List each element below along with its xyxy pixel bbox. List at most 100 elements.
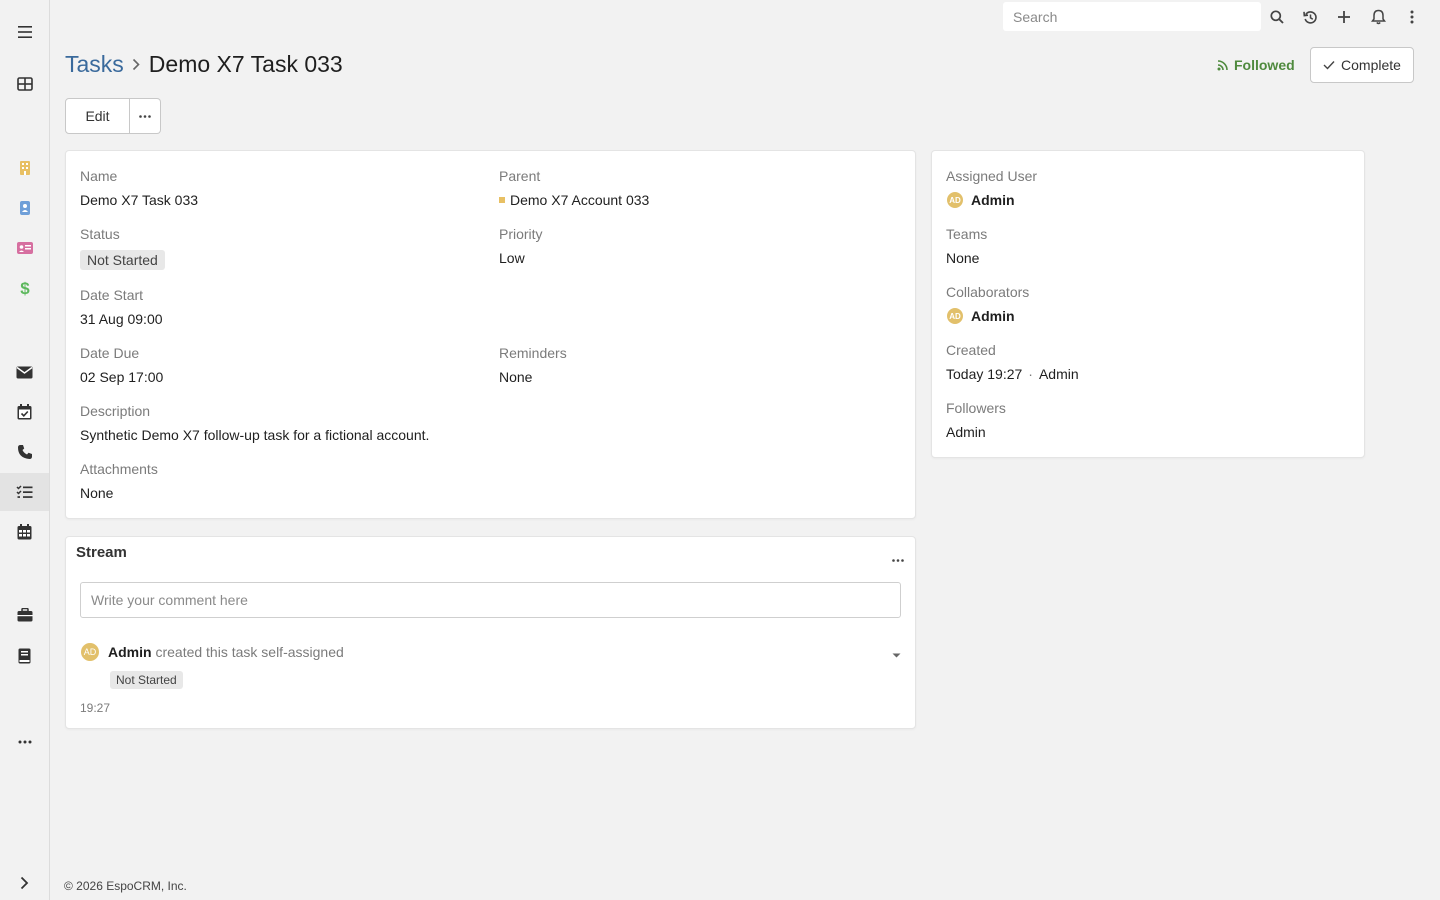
note-status-badge: Not Started — [110, 671, 183, 689]
assigned-user-field: AD Admin — [946, 191, 1015, 209]
comment-input[interactable]: Write your comment here — [80, 582, 901, 618]
note-author-link[interactable]: Admin — [108, 644, 152, 660]
collaborator-link[interactable]: Admin — [971, 308, 1015, 324]
name-label: Name — [80, 168, 118, 184]
edit-label: Edit — [85, 108, 110, 124]
description-value: Synthetic Demo X7 follow-up task for a f… — [80, 427, 430, 443]
history-button[interactable] — [1298, 5, 1322, 29]
sidebar-item-knowledge-base[interactable] — [0, 637, 49, 675]
plus-icon — [1338, 11, 1350, 23]
avatar: AD — [946, 191, 964, 209]
assigned-user-link[interactable]: Admin — [971, 192, 1015, 208]
breadcrumb-tasks-link[interactable]: Tasks — [65, 51, 124, 78]
complete-label: Complete — [1341, 57, 1401, 73]
ellipsis-icon — [892, 559, 904, 562]
stream-title: Stream — [76, 544, 127, 561]
edit-button[interactable]: Edit — [65, 98, 130, 134]
followers-link[interactable]: Admin — [946, 424, 986, 440]
ellipsis-icon — [139, 114, 151, 118]
sidebar-item-cases[interactable] — [0, 596, 49, 634]
more-icon — [18, 740, 31, 744]
menu-icon — [17, 26, 32, 38]
expand-icon — [20, 876, 29, 890]
date-due-value: 02 Sep 17:00 — [80, 369, 164, 385]
svg-text:$: $ — [20, 279, 30, 297]
history-icon — [1302, 10, 1317, 24]
followers-label: Followers — [946, 400, 1006, 416]
accounts-icon — [19, 161, 30, 175]
side-panel: Assigned User AD Admin Teams None Collab… — [931, 150, 1365, 458]
sidebar-item-accounts[interactable] — [0, 149, 49, 187]
created-field: Today 19:27 · Admin — [946, 366, 1079, 382]
teams-value: None — [946, 250, 980, 266]
parent-label: Parent — [499, 168, 541, 184]
notifications-button[interactable] — [1366, 5, 1390, 29]
teams-label: Teams — [946, 226, 988, 242]
status-badge: Not Started — [80, 250, 165, 270]
more-actions-button[interactable] — [130, 98, 161, 134]
attachments-label: Attachments — [80, 461, 158, 477]
contacts-icon — [19, 201, 30, 215]
stream-note: AD Admin created this task self-assigned — [80, 642, 344, 662]
avatar: AD — [80, 642, 100, 662]
priority-value: Low — [499, 250, 525, 266]
note-timestamp: 19:27 — [80, 701, 111, 715]
check-icon — [1323, 61, 1335, 70]
calendar-icon — [17, 524, 32, 540]
status-label: Status — [80, 226, 120, 242]
opportunities-icon: $ — [20, 279, 30, 297]
note-dropdown-button[interactable] — [892, 645, 901, 661]
footer-copyright: © 2026 EspoCRM, Inc. — [64, 879, 187, 893]
sidebar: $ — [0, 0, 50, 900]
sidebar-item-calls[interactable] — [0, 433, 49, 471]
sidebar-item-contacts[interactable] — [0, 189, 49, 227]
menu-button[interactable] — [1400, 5, 1424, 29]
sidebar-item-leads[interactable] — [0, 229, 49, 267]
search-placeholder: Search — [1013, 8, 1058, 25]
sidebar-item-emails[interactable] — [0, 353, 49, 391]
followed-button[interactable]: Followed — [1217, 56, 1295, 74]
menu-toggle-button[interactable] — [0, 13, 49, 51]
calls-icon — [17, 445, 32, 459]
name-value: Demo X7 Task 033 — [80, 192, 199, 208]
sidebar-item-tasks[interactable] — [0, 473, 49, 511]
complete-button[interactable]: Complete — [1310, 47, 1414, 83]
tasks-icon — [16, 485, 33, 498]
attachments-value: None — [80, 485, 114, 501]
date-due-label: Date Due — [80, 345, 140, 361]
created-time: Today 19:27 — [946, 366, 1023, 382]
reminders-label: Reminders — [499, 345, 567, 361]
caret-down-icon — [892, 653, 901, 658]
leads-icon — [16, 242, 33, 254]
parent-link[interactable]: Demo X7 Account 033 — [510, 192, 649, 208]
sidebar-item-opportunities[interactable]: $ — [0, 269, 49, 307]
bell-icon — [1370, 9, 1386, 25]
knowledge-base-icon — [18, 648, 31, 664]
breadcrumb: Tasks Demo X7 Task 033 — [65, 48, 343, 80]
search-button[interactable] — [1265, 5, 1289, 29]
sidebar-item-calendar[interactable] — [0, 513, 49, 551]
date-start-label: Date Start — [80, 287, 144, 303]
sidebar-item-meetings[interactable] — [0, 393, 49, 431]
quick-create-button[interactable] — [1332, 5, 1356, 29]
dashboard-icon — [16, 77, 33, 91]
meetings-icon — [17, 404, 32, 420]
description-label: Description — [80, 403, 151, 419]
sidebar-item-dashboard[interactable] — [0, 65, 49, 103]
followed-label: Followed — [1234, 57, 1295, 73]
chevron-right-icon — [132, 58, 140, 71]
stream-menu-button[interactable] — [892, 549, 904, 565]
sidebar-expand-button[interactable] — [0, 864, 49, 900]
collaborators-label: Collaborators — [946, 284, 1030, 300]
comment-placeholder: Write your comment here — [91, 592, 248, 608]
note-action: created this task self-assigned — [155, 644, 344, 660]
emails-icon — [16, 366, 33, 378]
collaborators-field: AD Admin — [946, 307, 1015, 325]
avatar: AD — [946, 307, 964, 325]
kebab-icon — [1410, 10, 1414, 24]
sidebar-more-button[interactable] — [0, 723, 49, 761]
page-title: Demo X7 Task 033 — [148, 50, 343, 77]
created-by-link[interactable]: Admin — [1039, 366, 1079, 382]
search-input[interactable]: Search — [1003, 2, 1261, 31]
reminders-value: None — [499, 369, 533, 385]
